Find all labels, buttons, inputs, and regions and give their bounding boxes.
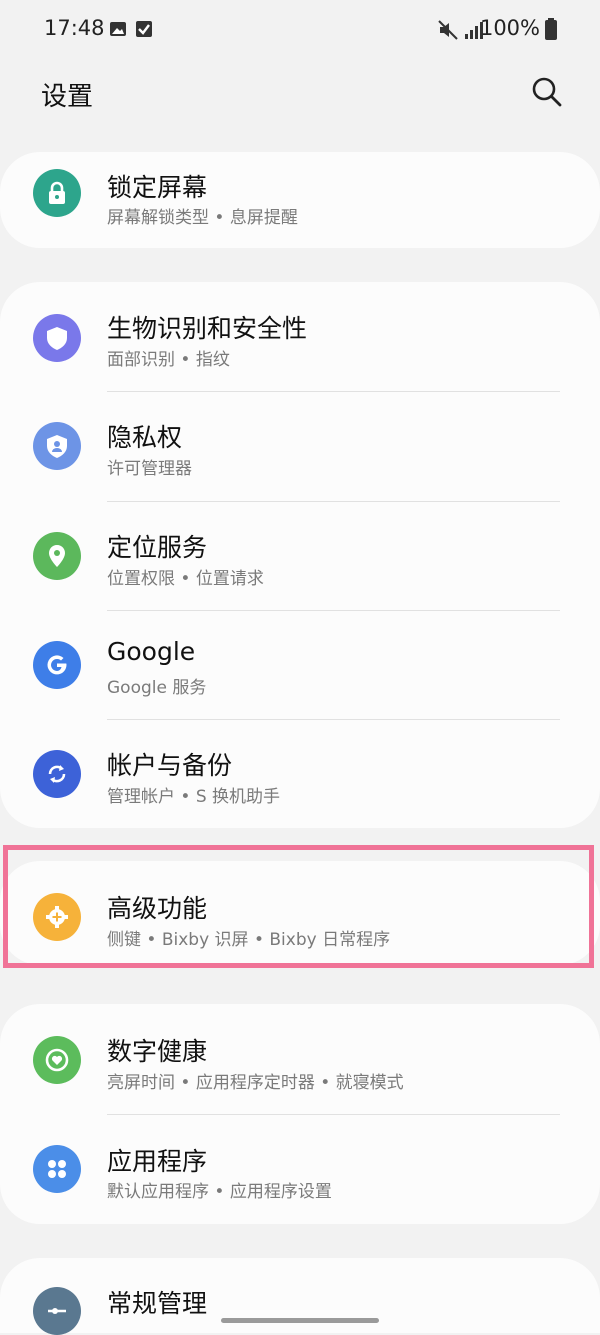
item-subtitle: 侧键 • Bixby 识屏 • Bixby 日常程序 <box>107 930 391 950</box>
settings-item-google[interactable]: Google Google 服务 <box>0 611 600 721</box>
item-title: Google <box>107 637 196 666</box>
location-pin-icon <box>33 532 81 580</box>
item-title: 锁定屏幕 <box>107 173 208 202</box>
lock-icon <box>33 169 81 217</box>
apps-grid-icon <box>33 1145 81 1193</box>
settings-card-wellbeing: 数字健康 亮屏时间 • 应用程序定时器 • 就寝模式 应用程序 默认应用程序 •… <box>0 1004 600 1224</box>
item-subtitle: 许可管理器 <box>107 459 192 479</box>
item-subtitle: Google 服务 <box>107 678 207 698</box>
gallery-notification-icon <box>110 22 126 36</box>
home-indicator[interactable] <box>221 1318 379 1323</box>
checkbox-notification-icon <box>136 21 152 37</box>
settings-card-advanced: 高级功能 侧键 • Bixby 识屏 • Bixby 日常程序 <box>0 861 600 965</box>
page-title: 设置 <box>41 82 94 112</box>
mute-icon <box>438 20 458 40</box>
settings-card-security: 生物识别和安全性 面部识别 • 指纹 隐私权 许可管理器 定位服务 位置权限 •… <box>0 282 600 828</box>
item-title: 隐私权 <box>107 423 183 452</box>
shield-icon <box>33 314 81 362</box>
battery-icon <box>545 18 557 40</box>
settings-item-privacy[interactable]: 隐私权 许可管理器 <box>0 392 600 502</box>
search-button[interactable] <box>528 73 564 109</box>
item-title: 生物识别和安全性 <box>107 314 308 343</box>
google-icon <box>33 641 81 689</box>
item-subtitle: 屏幕解锁类型 • 息屏提醒 <box>107 208 298 228</box>
sliders-icon <box>33 1287 81 1335</box>
item-subtitle: 位置权限 • 位置请求 <box>107 569 264 589</box>
settings-card-lock: 锁定屏幕 屏幕解锁类型 • 息屏提醒 <box>0 152 600 248</box>
item-subtitle: 面部识别 • 指纹 <box>107 350 230 370</box>
item-subtitle: 默认应用程序 • 应用程序设置 <box>107 1182 332 1202</box>
privacy-shield-icon <box>33 422 81 470</box>
settings-item-lock-screen[interactable]: 锁定屏幕 屏幕解锁类型 • 息屏提醒 <box>0 152 600 248</box>
item-title: 帐户与备份 <box>107 751 233 780</box>
settings-item-advanced-features[interactable]: 高级功能 侧键 • Bixby 识屏 • Bixby 日常程序 <box>0 861 600 965</box>
settings-item-digital-wellbeing[interactable]: 数字健康 亮屏时间 • 应用程序定时器 • 就寝模式 <box>0 1004 600 1114</box>
item-title: 高级功能 <box>107 894 208 923</box>
settings-item-location[interactable]: 定位服务 位置权限 • 位置请求 <box>0 502 600 612</box>
item-title: 定位服务 <box>107 533 208 562</box>
item-title: 常规管理 <box>107 1289 208 1318</box>
item-subtitle: 亮屏时间 • 应用程序定时器 • 就寝模式 <box>107 1073 404 1093</box>
item-subtitle: 管理帐户 • S 换机助手 <box>107 787 281 807</box>
status-time: 17:48 <box>44 16 105 40</box>
settings-item-biometrics[interactable]: 生物识别和安全性 面部识别 • 指纹 <box>0 282 600 392</box>
sync-icon <box>33 750 81 798</box>
gear-plus-icon <box>33 893 81 941</box>
battery-percent: 100% <box>479 16 540 40</box>
settings-item-accounts-backup[interactable]: 帐户与备份 管理帐户 • S 换机助手 <box>0 720 600 830</box>
settings-item-apps[interactable]: 应用程序 默认应用程序 • 应用程序设置 <box>0 1115 600 1225</box>
search-icon <box>532 77 562 107</box>
item-title: 数字健康 <box>107 1037 208 1066</box>
item-title: 应用程序 <box>107 1147 208 1176</box>
status-bar: 17:48 100% <box>0 0 600 60</box>
heart-circle-icon <box>33 1036 81 1084</box>
